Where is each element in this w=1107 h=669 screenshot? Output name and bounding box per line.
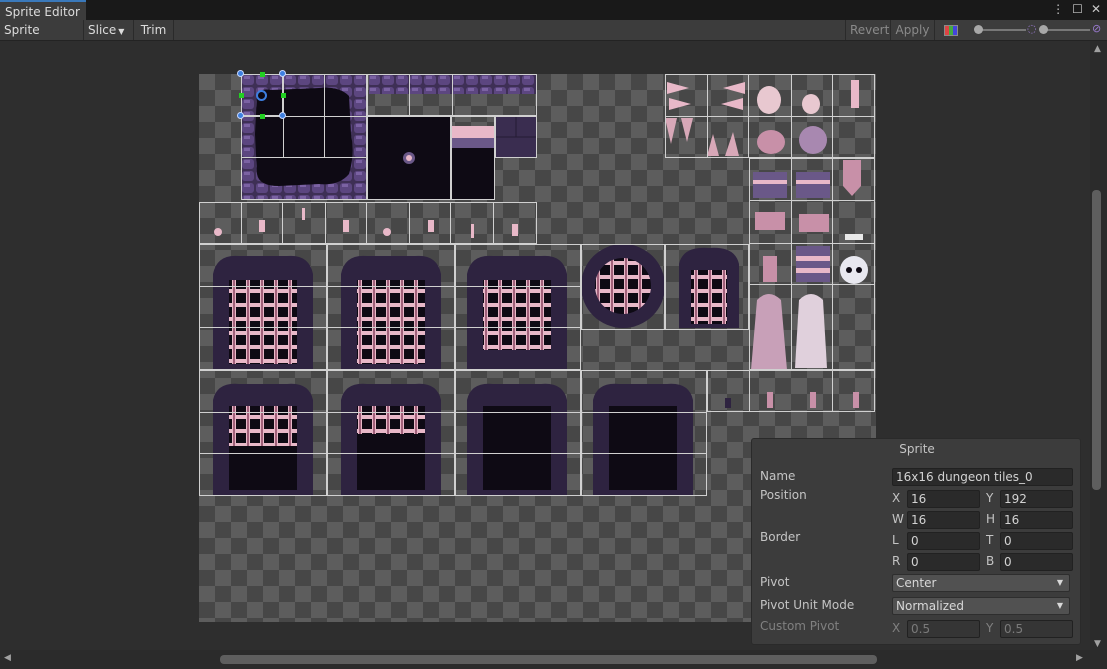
- border-handle[interactable]: [260, 114, 265, 119]
- title-bar: Sprite Editor ⋮ ☐ ✕: [0, 0, 1107, 20]
- pivot-label: Pivot: [760, 575, 790, 589]
- trim-button[interactable]: Trim: [134, 20, 174, 40]
- horizontal-scroll-thumb[interactable]: [220, 655, 877, 664]
- scroll-up-icon[interactable]: ▲: [1094, 44, 1101, 54]
- border-top-field[interactable]: 0: [1000, 532, 1073, 550]
- scroll-down-icon[interactable]: ▼: [1094, 639, 1101, 649]
- border-right-field[interactable]: 0: [907, 553, 980, 571]
- mip-slider-knob[interactable]: [1039, 25, 1048, 34]
- pivot-unit-mode-value: Normalized: [896, 599, 965, 613]
- custom-pivot-y-label: Y: [986, 621, 994, 635]
- revert-button[interactable]: Revert: [845, 20, 891, 40]
- y-label: Y: [986, 491, 994, 505]
- vertical-scroll-thumb[interactable]: [1092, 190, 1101, 490]
- t-label: T: [986, 533, 994, 547]
- border-label: Border: [760, 530, 801, 544]
- sprite-name-field[interactable]: 16x16 dungeon tiles_0: [892, 468, 1073, 486]
- slice-dropdown[interactable]: Slice ▼: [84, 20, 134, 40]
- apply-button[interactable]: Apply: [891, 20, 935, 40]
- name-label: Name: [760, 469, 796, 483]
- color-channel-toggle-icon[interactable]: [944, 25, 958, 36]
- custom-pivot-label: Custom Pivot: [760, 619, 840, 633]
- editor-mode-dropdown[interactable]: Sprite Editor▼: [0, 20, 84, 57]
- pivot-dropdown[interactable]: Center ▼: [892, 574, 1070, 592]
- h-label: H: [986, 512, 996, 526]
- mip-max-icon: ⊘: [1092, 22, 1102, 35]
- chevron-down-icon: ▼: [1056, 578, 1063, 587]
- resize-handle[interactable]: [237, 112, 244, 119]
- border-handle[interactable]: [239, 93, 244, 98]
- pivot-unit-mode-label: Pivot Unit Mode: [760, 598, 855, 612]
- pivot-value: Center: [896, 576, 937, 590]
- custom-pivot-x-label: X: [892, 621, 901, 635]
- custom-pivot-y-field: 0.5: [1000, 620, 1073, 638]
- custom-pivot-x-field: 0.5: [907, 620, 980, 638]
- maximize-icon[interactable]: ☐: [1072, 2, 1083, 16]
- zoom-slider[interactable]: [976, 29, 1026, 31]
- scroll-left-icon[interactable]: ◀: [4, 653, 11, 663]
- chevron-down-icon: ▼: [118, 27, 125, 36]
- mip-icon: ◌: [1027, 22, 1037, 35]
- w-label: W: [892, 512, 904, 526]
- toolbar: Sprite Editor▼ Slice▼ Trim Revert Apply …: [0, 20, 1107, 57]
- window-tab[interactable]: Sprite Editor: [0, 0, 86, 20]
- zoom-slider-knob[interactable]: [974, 25, 983, 34]
- sprite-inspector-panel: Sprite Name 16x16 dungeon tiles_0 Positi…: [751, 438, 1081, 645]
- height-field[interactable]: 16: [1000, 511, 1073, 529]
- close-icon[interactable]: ✕: [1091, 2, 1101, 16]
- resize-handle[interactable]: [279, 112, 286, 119]
- resize-handle[interactable]: [237, 70, 244, 77]
- border-bottom-field[interactable]: 0: [1000, 553, 1073, 571]
- window-controls: ⋮ ☐ ✕: [1052, 2, 1101, 16]
- border-handle[interactable]: [260, 72, 265, 77]
- chevron-down-icon: ▼: [1056, 601, 1063, 610]
- x-label: X: [892, 491, 901, 505]
- position-x-field[interactable]: 16: [907, 490, 980, 508]
- panel-title: Sprite: [899, 442, 935, 456]
- scroll-right-icon[interactable]: ▶: [1076, 653, 1083, 663]
- slice-label: Slice: [88, 23, 117, 37]
- border-handle[interactable]: [281, 93, 286, 98]
- r-label: R: [892, 554, 901, 568]
- pivot-handle[interactable]: [256, 90, 267, 101]
- b-label: B: [986, 554, 995, 568]
- position-label: Position: [760, 488, 807, 502]
- pivot-unit-mode-dropdown[interactable]: Normalized ▼: [892, 597, 1070, 615]
- width-field[interactable]: 16: [907, 511, 980, 529]
- position-y-field[interactable]: 192: [1000, 490, 1073, 508]
- resize-handle[interactable]: [279, 70, 286, 77]
- border-left-field[interactable]: 0: [907, 532, 980, 550]
- l-label: L: [892, 533, 899, 547]
- more-options-icon[interactable]: ⋮: [1052, 2, 1064, 16]
